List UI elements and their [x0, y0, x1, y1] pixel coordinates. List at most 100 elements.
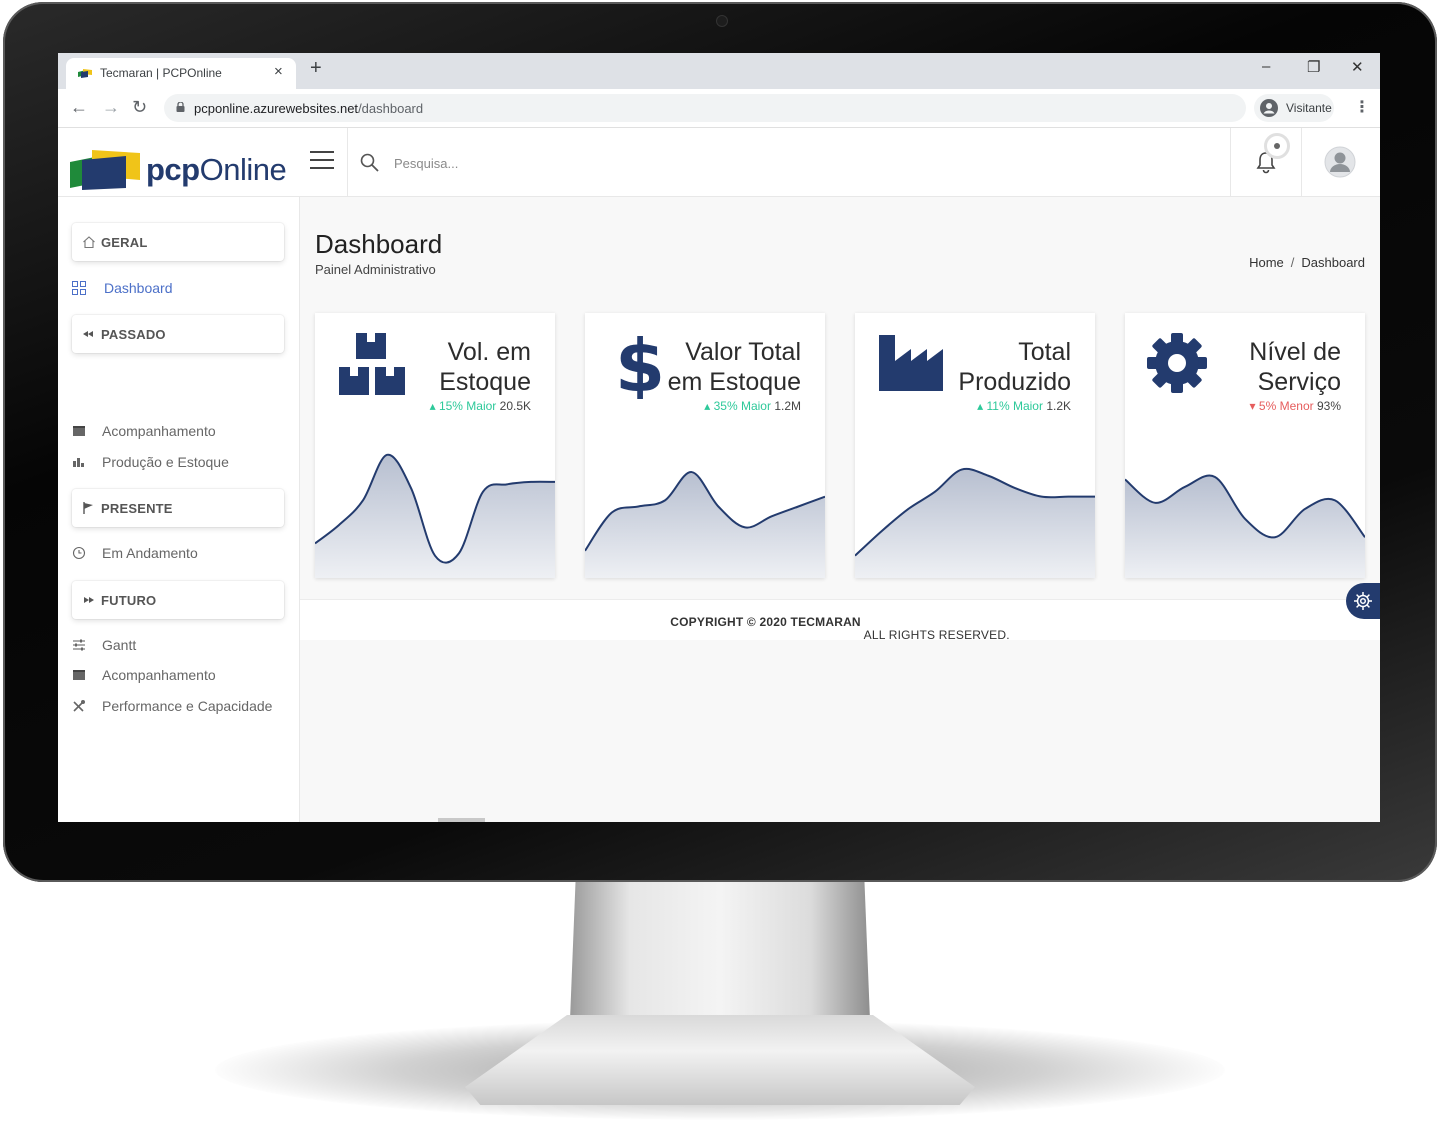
sidebar-section-presente[interactable]: PRESENTE — [72, 489, 284, 527]
browser-menu-button[interactable]: ⋮ — [1354, 97, 1370, 117]
breadcrumb: Home / Dashboard — [1249, 255, 1365, 270]
scrollbar[interactable] — [438, 818, 485, 822]
search-icon[interactable] — [360, 153, 379, 172]
browser-tab-bar: Tecmaran | PCPOnline × + – ❐ ✕ — [58, 53, 1380, 89]
restore-button[interactable]: ❐ — [1307, 58, 1320, 76]
flag-icon — [83, 502, 93, 514]
breadcrumb-current: Dashboard — [1301, 255, 1365, 270]
page-subtitle: Painel Administrativo — [315, 262, 436, 277]
new-tab-button[interactable]: + — [310, 57, 322, 80]
logo-text-light: Online — [199, 152, 287, 187]
kpi-card-vol-estoque[interactable]: Vol. em Estoque ▴ 15% Maior 20.5K — [315, 313, 555, 578]
gear-icon — [1354, 592, 1372, 610]
kpi-title-line1: Vol. em — [447, 338, 531, 366]
sidebar-item-em-andamento[interactable]: Em Andamento — [72, 543, 292, 565]
sidebar-item-gantt[interactable]: Gantt — [72, 635, 292, 657]
sidebar-item-label: Acompanhamento — [102, 667, 216, 683]
kpi-card-nivel-servico[interactable]: Nível de Serviço ▾ 5% Menor 93% — [1125, 313, 1365, 578]
rewind-icon — [83, 331, 93, 337]
logo-mark-icon — [70, 150, 140, 190]
bar-chart-icon — [73, 458, 84, 467]
profile-icon — [1260, 99, 1278, 117]
logo[interactable]: pcpOnline — [70, 148, 300, 192]
sidebar-item-label: Performance e Capacidade — [102, 698, 273, 714]
app-header: pcpOnline — [58, 128, 1380, 197]
search-input[interactable] — [392, 150, 896, 176]
sidebar-item-performance-capacidade[interactable]: Performance e Capacidade — [72, 696, 292, 718]
hamburger-menu-icon[interactable] — [310, 150, 336, 172]
sidebar-section-passado[interactable]: PASSADO — [72, 315, 284, 353]
clock-icon — [72, 546, 86, 560]
main-content: Dashboard Painel Administrativo Home / Das… — [300, 197, 1380, 822]
trend-arrow-icon: ▾ — [1249, 399, 1256, 413]
breadcrumb-separator: / — [1290, 255, 1295, 270]
minimize-button[interactable]: – — [1262, 58, 1270, 75]
sparkline-chart — [1125, 474, 1365, 578]
monitor-camera — [717, 16, 727, 26]
sidebar-item-label: Dashboard — [104, 280, 173, 296]
footer: COPYRIGHT © 2020 TECMARAN ALL RIGHTS RES… — [300, 599, 1380, 642]
kpi-value: 93% — [1316, 399, 1341, 413]
url-text: pcponline.azurewebsites.net/dashboard — [194, 101, 423, 116]
settings-button[interactable] — [1346, 583, 1380, 619]
fast-forward-icon — [84, 597, 94, 603]
close-window-button[interactable]: ✕ — [1351, 58, 1364, 76]
kpi-value: 20.5K — [499, 399, 531, 413]
kpi-card-total-produzido[interactable]: Total Produzido ▴ 11% Maior 1.2K — [855, 313, 1095, 578]
copyright-rest: ALL RIGHTS RESERVED. — [860, 628, 1010, 642]
browser-address-bar: ← → ↻ pcponline.azurewebsites.net/dashbo… — [58, 89, 1380, 128]
sidebar-item-label: Gantt — [102, 637, 137, 653]
kpi-title-line2: Serviço — [1257, 368, 1341, 396]
trend-arrow-icon: ▴ — [704, 399, 711, 413]
kpi-card-valor-total[interactable]: $ Valor Total em Estoque ▴ 35% Maior 1.2M — [585, 313, 825, 578]
browser-tab[interactable]: Tecmaran | PCPOnline × — [66, 58, 296, 89]
sparkline-area — [315, 454, 555, 578]
sidebar: GERAL Dashboard PASSADO Acompanhamento P… — [58, 197, 300, 822]
sidebar-item-acompanhamento-passado[interactable]: Acompanhamento — [72, 421, 292, 443]
trend-arrow-icon: ▴ — [977, 399, 984, 413]
sparkline-chart — [315, 453, 555, 578]
kpi-trend: 11% Maior — [986, 399, 1043, 413]
logo-text-bold: pcp — [146, 152, 200, 187]
kpi-stat: ▾ 5% Menor 93% — [1250, 399, 1341, 413]
reload-button[interactable]: ↻ — [132, 97, 147, 118]
sidebar-item-dashboard[interactable]: Dashboard — [72, 278, 292, 300]
kpi-value: 1.2M — [774, 399, 801, 413]
breadcrumb-home[interactable]: Home — [1249, 255, 1284, 270]
sidebar-section-label: PASSADO — [101, 327, 166, 342]
grid-icon — [72, 281, 86, 295]
sidebar-item-acompanhamento-futuro[interactable]: Acompanhamento — [72, 665, 292, 687]
kpi-title: Vol. em Estoque — [381, 337, 531, 397]
kpi-trend: 35% Maior — [713, 399, 771, 413]
kpi-stat: ▴ 11% Maior 1.2K — [977, 399, 1071, 413]
url-bar[interactable]: pcponline.azurewebsites.net/dashboard — [164, 94, 1246, 122]
sidebar-section-futuro[interactable]: FUTURO — [72, 581, 284, 619]
favicon-icon — [78, 69, 92, 78]
header-divider — [347, 128, 348, 196]
logo-text: pcpOnline — [146, 152, 287, 188]
user-avatar-icon[interactable] — [1324, 146, 1356, 178]
sparkline-area — [1125, 475, 1365, 578]
page-title: Dashboard — [315, 229, 443, 259]
kpi-stat: ▴ 15% Maior 20.5K — [430, 399, 531, 413]
notifications-button[interactable] — [1230, 128, 1302, 196]
profile-button[interactable]: Visitante — [1254, 94, 1334, 122]
kpi-trend: 15% Maior — [438, 399, 497, 413]
kpi-title: Total Produzido — [921, 337, 1071, 397]
forward-button[interactable]: → — [102, 97, 120, 118]
tools-icon — [73, 700, 85, 712]
sidebar-section-label: PRESENTE — [101, 501, 173, 516]
kpi-title-line1: Nível de — [1249, 338, 1341, 366]
kpi-stat: ▴ 35% Maior 1.2M — [704, 399, 801, 413]
kpi-title-line2: Estoque — [439, 368, 531, 396]
tab-close-button[interactable]: × — [274, 63, 283, 80]
sidebar-section-geral[interactable]: GERAL — [72, 223, 284, 261]
back-button[interactable]: ← — [70, 97, 88, 118]
sidebar-item-producao-estoque[interactable]: Produção e Estoque — [72, 452, 292, 474]
sparkline-chart — [585, 471, 825, 578]
kpi-title-line1: Total — [1018, 338, 1071, 366]
profile-label: Visitante — [1286, 101, 1332, 115]
kpi-title: Valor Total em Estoque — [651, 337, 801, 397]
kpi-title-line2: em Estoque — [667, 368, 801, 396]
sidebar-item-label: Em Andamento — [102, 545, 198, 561]
